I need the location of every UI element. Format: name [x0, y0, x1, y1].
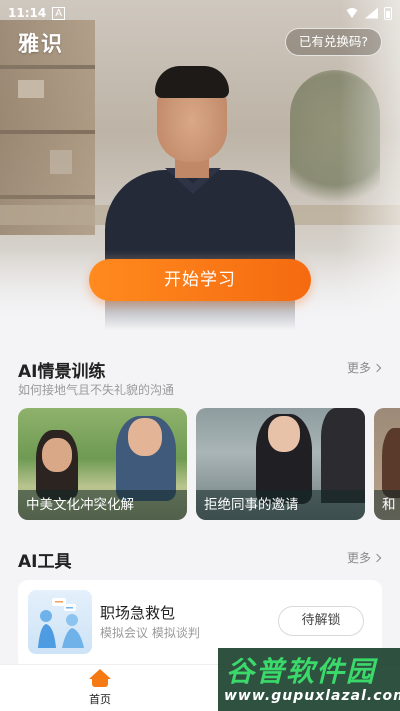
scenario-more-link[interactable]: 更多	[346, 359, 382, 376]
scenario-card-list[interactable]: 中美文化冲突化解 拒绝同事的邀请 和	[18, 408, 400, 520]
site-watermark: 谷普软件园 www.gupuxlazal.com	[218, 648, 400, 711]
scenario-card[interactable]: 拒绝同事的邀请	[196, 408, 365, 520]
wifi-icon	[345, 8, 359, 18]
status-time: 11:14	[8, 6, 47, 20]
chevron-right-icon	[372, 553, 382, 562]
app-title: 雅识	[18, 32, 64, 56]
notification-a-icon: A	[52, 6, 66, 20]
unlock-button[interactable]: 待解锁	[278, 606, 364, 636]
nav-home-label: 首页	[89, 693, 111, 706]
watermark-url: www.gupuxlazal.com	[224, 688, 400, 704]
chevron-right-icon	[372, 363, 382, 372]
scenario-more-label: 更多	[346, 361, 371, 375]
tool-title: 职场急救包	[100, 604, 176, 622]
scenario-card-label: 拒绝同事的邀请	[196, 490, 365, 520]
scenario-section-subtitle: 如何接地气且不失礼貌的沟通	[18, 383, 175, 397]
tool-illustration	[28, 590, 92, 654]
scenario-card[interactable]: 和	[374, 408, 400, 520]
watermark-title: 谷普软件园	[226, 655, 377, 688]
nav-item-home[interactable]: 首页	[82, 669, 118, 707]
battery-icon	[384, 6, 392, 20]
status-bar: 11:14 A	[0, 0, 400, 26]
scenario-card-label: 和	[374, 490, 400, 520]
home-icon	[89, 669, 111, 687]
signal-icon	[365, 7, 378, 19]
scenario-section-title: AI情景训练	[18, 362, 106, 382]
redeem-code-button[interactable]: 已有兑换码?	[284, 28, 382, 56]
start-learning-button[interactable]: 开始学习	[89, 259, 311, 301]
tools-section-title: AI工具	[18, 552, 72, 572]
tool-subtitle: 模拟会议 模拟谈判	[100, 626, 200, 640]
tools-more-link[interactable]: 更多	[346, 549, 382, 566]
scenario-card-label: 中美文化冲突化解	[18, 490, 187, 520]
tools-more-label: 更多	[346, 551, 371, 565]
scenario-card[interactable]: 中美文化冲突化解	[18, 408, 187, 520]
